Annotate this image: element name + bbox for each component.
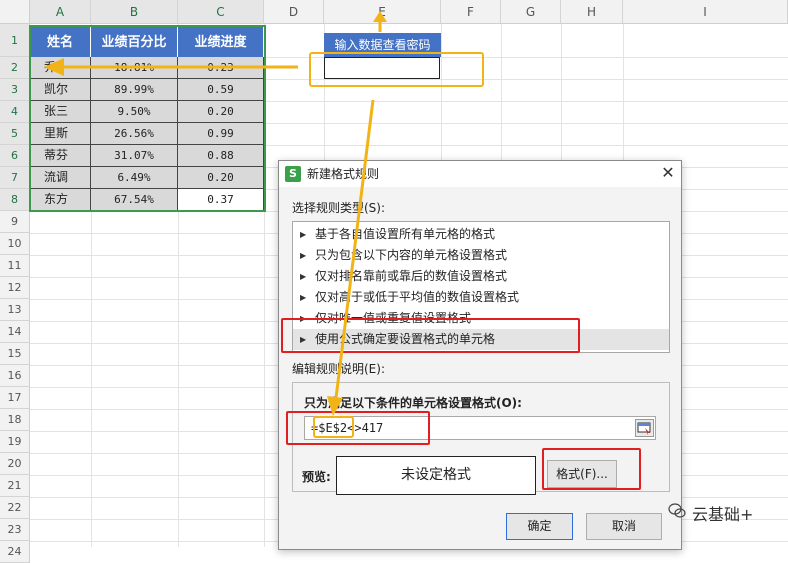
row-header-18[interactable]: 18 (0, 409, 30, 431)
selection-range (29, 25, 266, 212)
triangle-right-icon: ▶ (300, 251, 307, 260)
preview-label: 预览: (302, 470, 331, 484)
annotation-box-formula-rule (281, 318, 580, 353)
row-header-19[interactable]: 19 (0, 431, 30, 453)
range-select-glyph (637, 422, 651, 435)
column-header-g[interactable]: G (501, 0, 561, 24)
annotation-box-formula (286, 411, 430, 445)
row-header-16[interactable]: 16 (0, 365, 30, 387)
column-header-e[interactable]: E (324, 0, 441, 24)
annotation-box-password (309, 52, 484, 87)
rule-type-label-text: 只为包含以下内容的单元格设置格式 (315, 248, 508, 262)
row-header-7[interactable]: 7 (0, 167, 30, 189)
column-header-a[interactable]: A (30, 0, 91, 24)
triangle-right-icon: ▶ (300, 230, 307, 239)
cancel-button[interactable]: 取消 (586, 513, 662, 540)
triangle-right-icon: ▶ (300, 293, 307, 302)
wechat-icon (668, 503, 686, 519)
column-header-b[interactable]: B (91, 0, 178, 24)
edit-description-label: 编辑规则说明(E): (292, 362, 385, 376)
column-header-h[interactable]: H (561, 0, 623, 24)
rule-type-label-text: 基于各自值设置所有单元格的格式 (315, 227, 496, 241)
row-header-8[interactable]: 8 (0, 189, 30, 211)
row-header-3[interactable]: 3 (0, 79, 30, 101)
new-format-rule-dialog: S 新建格式规则 ✕ 选择规则类型(S): ▶ 基于各自值设置所有单元格的格式 ▶… (278, 160, 682, 550)
row-header-2[interactable]: 2 (0, 57, 30, 79)
row-header-20[interactable]: 20 (0, 453, 30, 475)
row-header-23[interactable]: 23 (0, 519, 30, 541)
ok-button[interactable]: 确定 (506, 513, 573, 540)
row-header-6[interactable]: 6 (0, 145, 30, 167)
row-header-15[interactable]: 15 (0, 343, 30, 365)
rule-type-label-text: 仅对排名靠前或靠后的数值设置格式 (315, 269, 508, 283)
row-header-4[interactable]: 4 (0, 101, 30, 123)
rule-type-item[interactable]: ▶ 只为包含以下内容的单元格设置格式 (293, 245, 669, 266)
format-preview-box: 未设定格式 (336, 456, 536, 495)
column-header-d[interactable]: D (264, 0, 324, 24)
row-header-21[interactable]: 21 (0, 475, 30, 497)
wechat-glyph (668, 503, 686, 518)
close-icon[interactable]: ✕ (659, 163, 677, 183)
annotation-box-format-button (542, 448, 641, 490)
formula-condition-label: 只为满足以下条件的单元格设置格式(O): (304, 396, 522, 410)
row-header-10[interactable]: 10 (0, 233, 30, 255)
row-header-14[interactable]: 14 (0, 321, 30, 343)
row-header-5[interactable]: 5 (0, 123, 30, 145)
watermark-text: 云基础+ (692, 505, 754, 524)
rule-type-label-text: 仅对高于或低于平均值的数值设置格式 (315, 290, 520, 304)
column-header-f[interactable]: F (441, 0, 501, 24)
select-all-corner[interactable] (0, 0, 30, 24)
row-header-22[interactable]: 22 (0, 497, 30, 519)
rule-type-item[interactable]: ▶ 仅对高于或低于平均值的数值设置格式 (293, 287, 669, 308)
row-header-17[interactable]: 17 (0, 387, 30, 409)
triangle-right-icon: ▶ (300, 272, 307, 281)
row-header-11[interactable]: 11 (0, 255, 30, 277)
rule-type-item[interactable]: ▶ 基于各自值设置所有单元格的格式 (293, 224, 669, 245)
row-header-24[interactable]: 24 (0, 541, 30, 563)
row-header-12[interactable]: 12 (0, 277, 30, 299)
row-header-1[interactable]: 1 (0, 24, 30, 57)
rule-type-item[interactable]: ▶ 仅对排名靠前或靠后的数值设置格式 (293, 266, 669, 287)
rule-type-label: 选择规则类型(S): (292, 201, 386, 215)
app-logo-icon: S (285, 166, 301, 182)
range-select-icon[interactable] (635, 419, 654, 437)
column-header-i[interactable]: I (623, 0, 788, 24)
annotation-box-cell-ref (313, 416, 354, 438)
row-header-9[interactable]: 9 (0, 211, 30, 233)
dialog-title: 新建格式规则 (307, 167, 380, 181)
row-header-13[interactable]: 13 (0, 299, 30, 321)
column-header-c[interactable]: C (178, 0, 264, 24)
